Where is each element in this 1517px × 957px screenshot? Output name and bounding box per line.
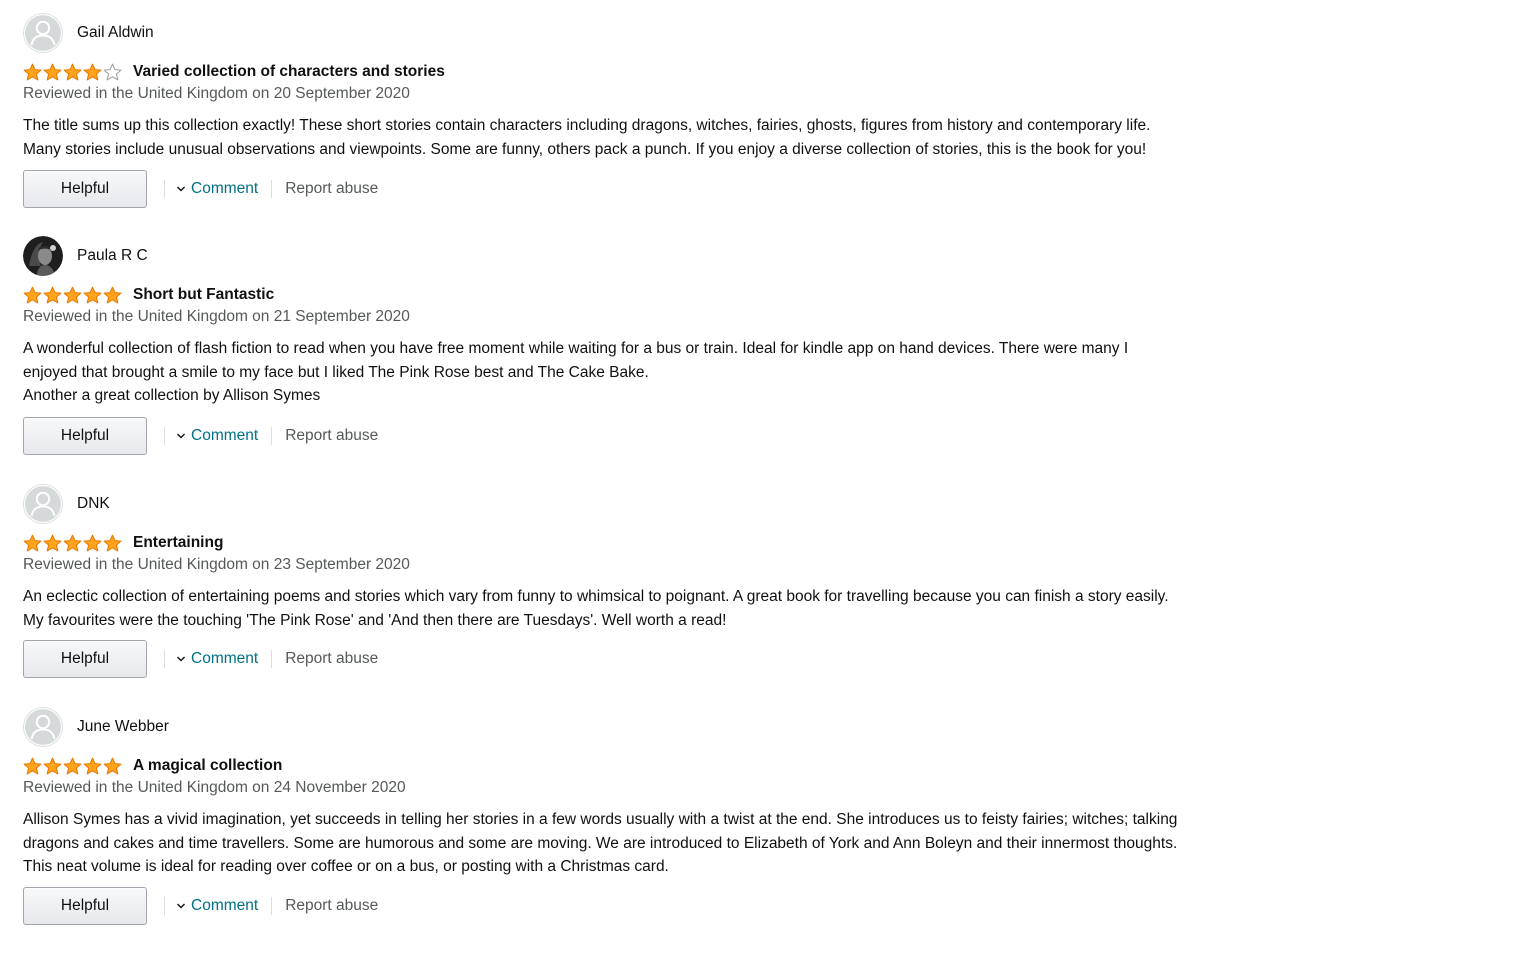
star-rating bbox=[23, 286, 122, 305]
comment-label: Comment bbox=[191, 650, 259, 667]
report-abuse-link[interactable]: Report abuse bbox=[285, 897, 378, 915]
review-date: Reviewed in the United Kingdom on 24 Nov… bbox=[23, 779, 406, 796]
review-title[interactable]: A magical collection bbox=[133, 757, 282, 775]
comment-link[interactable]: Comment bbox=[176, 180, 258, 198]
divider bbox=[271, 427, 273, 445]
review-text-line: An eclectic collection of entertaining p… bbox=[23, 588, 1169, 605]
star-filled-icon bbox=[83, 534, 102, 551]
report-abuse-link[interactable]: Report abuse bbox=[285, 180, 378, 198]
review: Paula R C Short but Fantastic Reviewed i… bbox=[23, 236, 1283, 461]
review-title[interactable]: Short but Fantastic bbox=[133, 286, 274, 304]
review-body: An eclectic collection of entertaining p… bbox=[23, 585, 1169, 632]
helpful-button[interactable]: Helpful bbox=[23, 640, 147, 678]
star-filled-icon bbox=[103, 286, 122, 303]
star-filled-icon bbox=[23, 286, 42, 303]
star-filled-icon bbox=[83, 286, 102, 303]
review-title[interactable]: Entertaining bbox=[133, 534, 223, 552]
star-rating bbox=[23, 757, 122, 776]
star-filled-icon bbox=[63, 286, 82, 303]
review-date: Reviewed in the United Kingdom on 21 Sep… bbox=[23, 308, 410, 325]
comment-label: Comment bbox=[191, 897, 259, 914]
review-text-line: A wonderful collection of flash fiction … bbox=[23, 340, 1129, 357]
star-filled-icon bbox=[63, 534, 82, 551]
review-actions: Helpful Comment Report abuse bbox=[23, 640, 378, 678]
star-filled-icon bbox=[23, 757, 42, 774]
review-actions: Helpful Comment Report abuse bbox=[23, 417, 378, 455]
default-avatar-icon bbox=[23, 484, 63, 524]
rating-row: Short but Fantastic bbox=[23, 284, 274, 306]
helpful-button[interactable]: Helpful bbox=[23, 417, 147, 455]
star-filled-icon bbox=[63, 63, 82, 80]
review-text-line: dragons and cakes and time travellers. S… bbox=[23, 834, 1178, 852]
reviewer-profile[interactable]: DNK bbox=[23, 484, 110, 524]
star-empty-icon bbox=[103, 63, 122, 80]
divider bbox=[271, 650, 273, 668]
reviewer-profile[interactable]: June Webber bbox=[23, 707, 169, 747]
helpful-button[interactable]: Helpful bbox=[23, 887, 147, 925]
divider bbox=[271, 180, 273, 198]
review-text-line: Another a great collection by Allison Sy… bbox=[23, 387, 321, 404]
star-rating bbox=[23, 63, 122, 82]
review-text-line: My favourites were the touching 'The Pin… bbox=[23, 611, 727, 629]
review: June Webber A magical collection Reviewe… bbox=[23, 707, 1283, 932]
divider bbox=[164, 180, 165, 198]
chevron-down-icon bbox=[177, 656, 185, 662]
comment-link[interactable]: Comment bbox=[176, 897, 258, 915]
star-filled-icon bbox=[43, 286, 62, 303]
reviewer-name[interactable]: Gail Aldwin bbox=[77, 24, 154, 42]
review-title[interactable]: Varied collection of characters and stor… bbox=[133, 63, 445, 81]
star-filled-icon bbox=[83, 63, 102, 80]
comment-label: Comment bbox=[191, 180, 259, 197]
report-abuse-link[interactable]: Report abuse bbox=[285, 650, 378, 668]
review-body: Allison Symes has a vivid imagination, y… bbox=[23, 808, 1177, 879]
review-body: The title sums up this collection exactl… bbox=[23, 114, 1150, 161]
divider bbox=[164, 897, 165, 915]
rating-row: A magical collection bbox=[23, 755, 282, 777]
review-text-line: This neat volume is ideal for reading ov… bbox=[23, 858, 669, 875]
star-filled-icon bbox=[43, 534, 62, 551]
review-actions: Helpful Comment Report abuse bbox=[23, 170, 378, 208]
review-actions: Helpful Comment Report abuse bbox=[23, 887, 378, 925]
star-filled-icon bbox=[43, 757, 62, 774]
reviewer-name[interactable]: June Webber bbox=[77, 718, 169, 736]
star-filled-icon bbox=[43, 63, 62, 80]
star-filled-icon bbox=[83, 757, 102, 774]
divider bbox=[164, 427, 165, 445]
report-abuse-link[interactable]: Report abuse bbox=[285, 427, 378, 445]
review-text-line: Many stories include unusual observation… bbox=[23, 140, 1147, 158]
default-avatar-icon bbox=[23, 707, 63, 747]
photo-avatar bbox=[23, 236, 63, 276]
helpful-button[interactable]: Helpful bbox=[23, 170, 147, 208]
review-text-line: Allison Symes has a vivid imagination, y… bbox=[23, 811, 1178, 828]
rating-row: Varied collection of characters and stor… bbox=[23, 61, 445, 83]
star-filled-icon bbox=[103, 757, 122, 774]
reviewer-profile[interactable]: Paula R C bbox=[23, 236, 148, 276]
comment-link[interactable]: Comment bbox=[176, 650, 258, 668]
reviewer-profile[interactable]: Gail Aldwin bbox=[23, 13, 154, 53]
star-filled-icon bbox=[23, 63, 42, 80]
chevron-down-icon bbox=[177, 433, 185, 439]
review: Gail Aldwin Varied collection of charact… bbox=[23, 13, 1283, 213]
star-filled-icon bbox=[23, 534, 42, 551]
divider bbox=[271, 897, 273, 915]
star-filled-icon bbox=[103, 534, 122, 551]
rating-row: Entertaining bbox=[23, 532, 223, 554]
comment-link[interactable]: Comment bbox=[176, 427, 258, 445]
divider bbox=[164, 650, 165, 668]
review-body: A wonderful collection of flash fiction … bbox=[23, 337, 1128, 408]
reviewer-name[interactable]: DNK bbox=[77, 495, 110, 513]
review: DNK Entertaining Reviewed in the United … bbox=[23, 484, 1283, 684]
review-date: Reviewed in the United Kingdom on 23 Sep… bbox=[23, 556, 410, 573]
chevron-down-icon bbox=[177, 903, 185, 909]
review-date: Reviewed in the United Kingdom on 20 Sep… bbox=[23, 85, 410, 102]
comment-label: Comment bbox=[191, 427, 259, 444]
review-text-line: The title sums up this collection exactl… bbox=[23, 117, 1151, 134]
chevron-down-icon bbox=[177, 186, 185, 192]
review-text-line: enjoyed that brought a smile to my face … bbox=[23, 363, 649, 381]
default-avatar-icon bbox=[23, 13, 63, 53]
reviewer-name[interactable]: Paula R C bbox=[77, 247, 148, 265]
star-rating bbox=[23, 534, 122, 553]
star-filled-icon bbox=[63, 757, 82, 774]
